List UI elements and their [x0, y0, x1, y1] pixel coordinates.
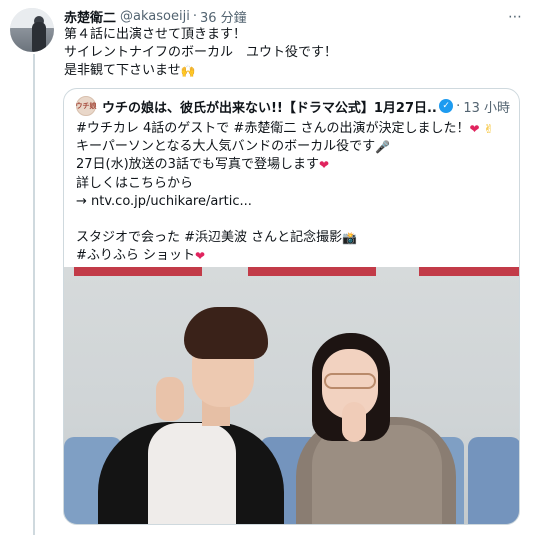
quoted-tweet[interactable]: ウチ娘 ウチの娘は、彼氏が出来ない!!【ドラマ公式】1月27日... ✓ · 1… — [63, 88, 520, 525]
quoted-line-3: 27日(水)放送の3話でも写真で登場します❤ — [76, 157, 330, 173]
bench-seat — [468, 437, 519, 524]
heart-icon: ❤ — [318, 158, 330, 173]
microphone-icon: 🎤 — [375, 140, 391, 155]
glasses — [324, 373, 376, 389]
tweet-line-1: 第４話に出演させて頂きます！ — [64, 27, 247, 42]
raised-hands-icon: 🙌 — [180, 64, 196, 78]
peace-sign-hand — [156, 377, 184, 421]
more-options-icon[interactable]: ⋯ — [506, 8, 524, 26]
tweet-timestamp[interactable]: 36 分鐘 — [200, 7, 247, 26]
quoted-avatar[interactable]: ウチ娘 — [76, 96, 97, 116]
verified-badge-icon: ✓ — [439, 99, 454, 113]
quoted-link[interactable]: → ntv.co.jp/uchikare/artic... — [76, 193, 506, 211]
tweet-text: 第４話に出演させて頂きます！ サイレントナイフのボーカル ユウト役です！ 是非観… — [64, 26, 519, 80]
camera-flash-icon: 📸 — [342, 231, 358, 246]
quoted-line-2: キーパーソンとなる大人気バンドのボーカル役です🎤 — [76, 139, 391, 155]
avatar[interactable] — [10, 8, 54, 52]
quoted-tweet-text: #ウチカレ 4話のゲストで #赤楚衛二 さんの出演が決定しました！❤ ✌ キーパ… — [76, 120, 506, 266]
tweet-line-2: サイレントナイフのボーカル ユウト役です！ — [64, 45, 338, 60]
display-name[interactable]: 赤楚衛二 — [64, 7, 116, 26]
quoted-line-6: スタジオで会った #浜辺美波 さんと記念撮影📸 — [76, 230, 358, 246]
quoted-photo[interactable] — [64, 267, 519, 524]
tweet-line-3: 是非観て下さいませ🙌 — [64, 63, 196, 78]
quoted-line-7: #ふりふら ショット❤ — [76, 248, 206, 264]
poster — [248, 267, 376, 276]
heart-icon: ❤ — [195, 249, 206, 264]
quoted-display-name[interactable]: ウチの娘は、彼氏が出来ない!!【ドラマ公式】1月27日... — [102, 97, 436, 116]
separator-dot: · — [456, 98, 461, 114]
poster — [74, 267, 202, 276]
separator-dot: · — [192, 8, 197, 24]
thread-line — [33, 54, 35, 535]
quoted-line-1: #ウチカレ 4話のゲストで #赤楚衛二 さんの出演が決定しました！❤ ✌ — [76, 121, 494, 136]
peace-sign-hand — [342, 402, 366, 442]
tweet-card[interactable]: 赤楚衛二 @akasoeiji · 36 分鐘 ⋯ 第４話に出演させて頂きます！… — [0, 0, 533, 535]
user-handle[interactable]: @akasoeiji — [120, 9, 190, 24]
poster — [419, 267, 519, 276]
quoted-timestamp[interactable]: 13 小時 — [463, 97, 510, 116]
tweet-header: 赤楚衛二 @akasoeiji · 36 分鐘 — [64, 6, 247, 26]
peace-hand-icon: ✌ — [483, 122, 494, 136]
quoted-line-4: 詳しくはこちらから — [76, 175, 194, 191]
heart-icon: ❤ — [469, 122, 480, 136]
quoted-tweet-header: ウチ娘 ウチの娘は、彼氏が出来ない!!【ドラマ公式】1月27日... ✓ · 1… — [76, 95, 510, 117]
